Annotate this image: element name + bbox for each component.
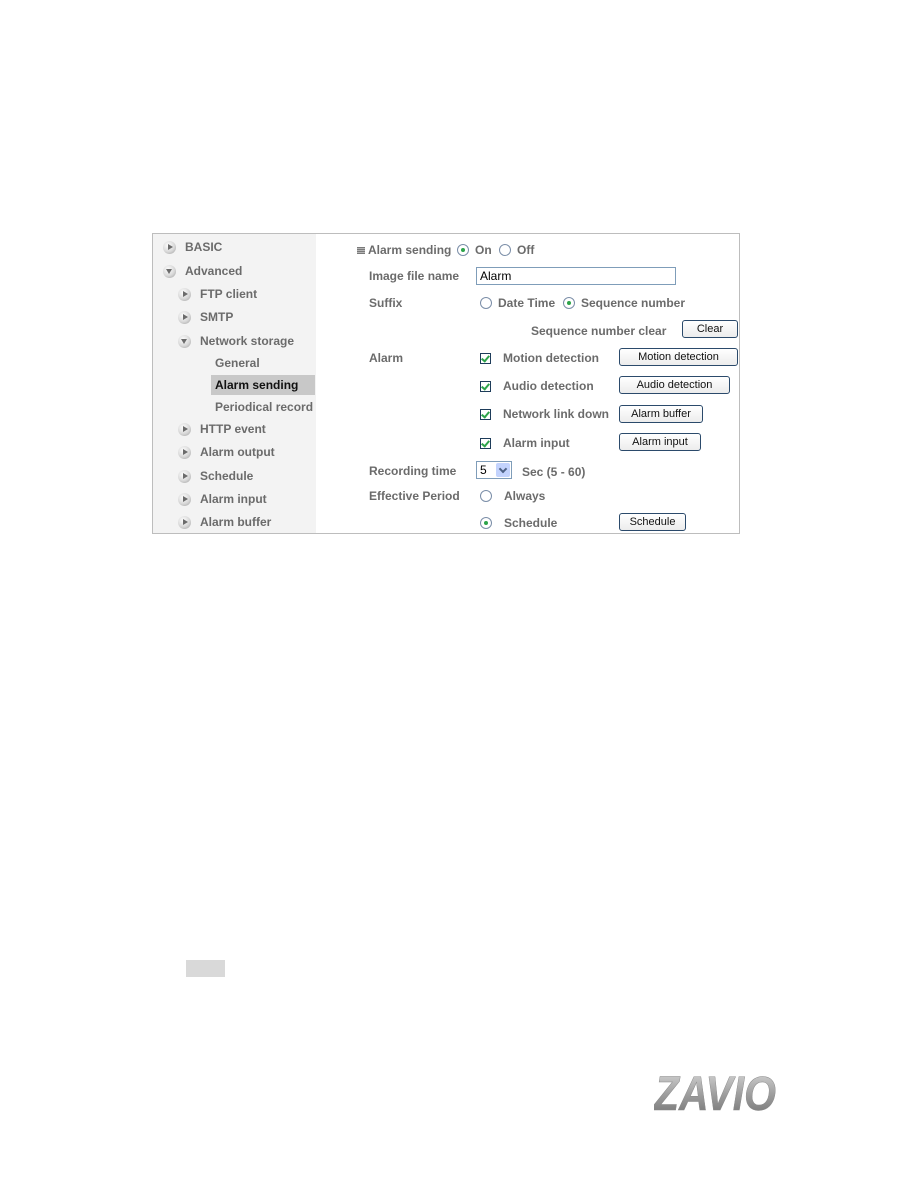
effective-always-radio[interactable]: Always — [480, 489, 545, 503]
sidebar-item-label: Network storage — [200, 334, 295, 348]
arrow-right-icon — [178, 422, 191, 436]
sidebar-item-label: Alarm input — [200, 492, 267, 506]
image-file-name-label: Image file name — [369, 269, 460, 283]
section-icon — [357, 247, 365, 254]
arrow-down-icon — [178, 334, 191, 348]
arrow-right-icon — [178, 287, 191, 301]
arrow-down-icon — [163, 264, 176, 278]
radio-icon[interactable] — [480, 490, 492, 502]
radio-icon[interactable] — [480, 517, 492, 529]
alarm-label: Alarm — [369, 351, 404, 365]
sidebar: BASIC Advanced FTP client SMTP Network s… — [153, 234, 316, 533]
sidebar-item-smtp[interactable]: SMTP — [178, 307, 233, 327]
recording-time-label: Recording time — [369, 464, 457, 478]
network-link-down-checkbox[interactable]: Network link down — [480, 407, 609, 421]
effective-period-label: Effective Period — [369, 489, 460, 503]
checkbox-icon[interactable] — [480, 380, 491, 392]
section-title: Alarm sending — [357, 243, 451, 257]
suffix-label: Suffix — [369, 296, 403, 310]
suffix-sequence-number-radio[interactable]: Sequence number — [563, 296, 685, 310]
alarm-input-checkbox[interactable]: Alarm input — [480, 436, 570, 450]
radio-icon[interactable] — [480, 297, 492, 309]
audio-detection-checkbox[interactable]: Audio detection — [480, 379, 594, 393]
sidebar-item-alarm-input[interactable]: Alarm input — [178, 489, 267, 509]
sidebar-item-alarm-output[interactable]: Alarm output — [178, 442, 275, 462]
motion-detection-button[interactable]: Motion detection — [619, 348, 738, 366]
sidebar-item-ftp-client[interactable]: FTP client — [178, 284, 257, 304]
sidebar-item-alarm-buffer[interactable]: Alarm buffer — [178, 512, 271, 532]
sidebar-item-general[interactable]: General — [211, 353, 260, 373]
arrow-right-icon — [178, 310, 191, 324]
sidebar-item-alarm-sending[interactable]: Alarm sending — [211, 375, 315, 395]
chevron-down-icon[interactable] — [496, 463, 510, 477]
sidebar-item-basic[interactable]: BASIC — [163, 237, 222, 257]
sidebar-item-label: HTTP event — [200, 422, 266, 436]
recording-time-range: Sec (5 - 60) — [522, 465, 586, 479]
sidebar-item-label: Advanced — [185, 264, 243, 278]
motion-detection-checkbox[interactable]: Motion detection — [480, 351, 599, 365]
sidebar-item-label: Alarm buffer — [200, 515, 272, 529]
arrow-right-icon — [178, 469, 191, 483]
sidebar-item-label: Alarm output — [200, 445, 275, 459]
alarm-sending-off-radio[interactable]: Off — [499, 243, 534, 257]
arrow-right-icon — [178, 445, 191, 459]
placeholder-box — [186, 960, 225, 977]
image-file-name-input[interactable] — [476, 267, 676, 285]
zavio-logo: ZAVIO — [654, 1068, 776, 1116]
sidebar-item-schedule[interactable]: Schedule — [178, 466, 253, 486]
sequence-number-clear-label: Sequence number clear — [531, 324, 667, 338]
sidebar-item-label: BASIC — [185, 240, 223, 254]
radio-icon[interactable] — [499, 244, 511, 256]
checkbox-icon[interactable] — [480, 352, 491, 364]
sidebar-item-label: FTP client — [200, 287, 258, 301]
arrow-right-icon — [178, 492, 191, 506]
alarm-sending-on-radio[interactable]: On — [457, 243, 492, 257]
content-area: Alarm sending On Off Image file name Suf… — [316, 234, 739, 533]
audio-detection-button[interactable]: Audio detection — [619, 376, 730, 394]
logo-text: ZAVIO — [654, 1068, 776, 1116]
sidebar-item-label: Schedule — [200, 469, 254, 483]
sidebar-item-label: SMTP — [200, 310, 234, 324]
schedule-button[interactable]: Schedule — [619, 513, 686, 531]
sidebar-item-http-event[interactable]: HTTP event — [178, 419, 266, 439]
sidebar-item-advanced[interactable]: Advanced — [163, 261, 242, 281]
alarm-buffer-button[interactable]: Alarm buffer — [619, 405, 703, 423]
checkbox-icon[interactable] — [480, 437, 491, 449]
arrow-right-icon — [163, 240, 176, 254]
alarm-input-button[interactable]: Alarm input — [619, 433, 701, 451]
settings-panel: BASIC Advanced FTP client SMTP Network s… — [152, 233, 740, 534]
checkbox-icon[interactable] — [480, 408, 491, 420]
effective-schedule-radio[interactable]: Schedule — [480, 516, 557, 530]
sidebar-item-network-storage[interactable]: Network storage — [178, 331, 294, 351]
radio-icon[interactable] — [563, 297, 575, 309]
clear-button[interactable]: Clear — [682, 320, 738, 338]
recording-time-select[interactable]: 5 — [476, 461, 512, 479]
radio-icon[interactable] — [457, 244, 469, 256]
arrow-right-icon — [178, 515, 191, 529]
suffix-date-time-radio[interactable]: Date Time — [480, 296, 555, 310]
sidebar-item-periodical-record[interactable]: Periodical record — [211, 397, 313, 417]
